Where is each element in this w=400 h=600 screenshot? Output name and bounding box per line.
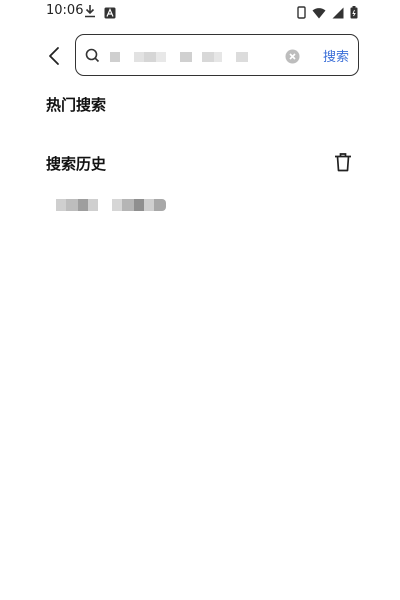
hot-search-title: 热门搜索: [46, 96, 107, 114]
search-box[interactable]: 搜索: [75, 34, 359, 76]
search-submit-button[interactable]: 搜索: [323, 46, 349, 65]
search-query-redacted: [110, 52, 248, 62]
search-icon: [85, 48, 100, 67]
delete-history-button[interactable]: [334, 152, 352, 176]
history-item-redacted[interactable]: [56, 199, 166, 211]
clear-circle-icon: [285, 49, 300, 64]
back-button[interactable]: [44, 45, 66, 67]
search-history-title: 搜索历史: [46, 155, 107, 173]
wifi-icon: [312, 4, 326, 23]
status-bar: 10:06: [0, 0, 400, 24]
a-notification-icon: [104, 4, 116, 23]
chevron-left-icon: [49, 47, 59, 65]
clear-button[interactable]: [285, 49, 300, 68]
download-icon: [84, 3, 96, 22]
signal-icon: [332, 4, 344, 23]
trash-icon: [335, 153, 351, 172]
status-icons: [297, 4, 358, 23]
battery-icon: [350, 4, 358, 23]
status-time: 10:06: [46, 3, 84, 18]
phone-outline-icon: [297, 4, 306, 23]
